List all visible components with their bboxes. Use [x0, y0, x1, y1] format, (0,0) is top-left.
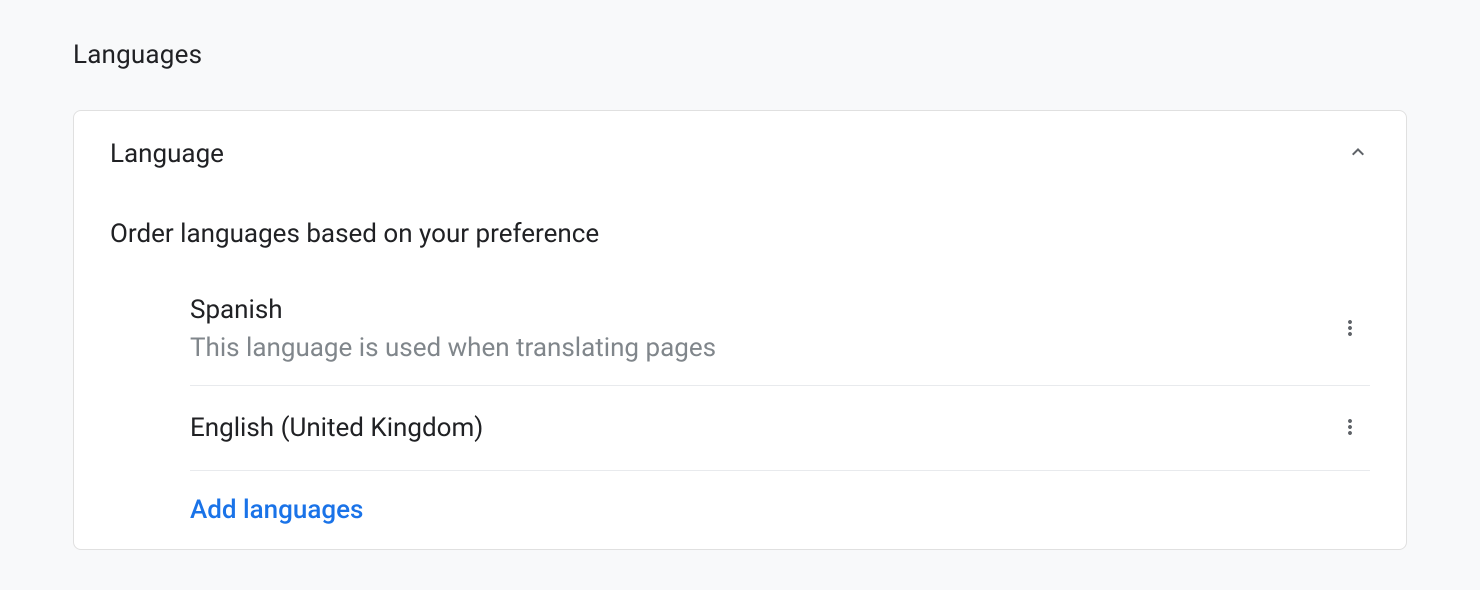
language-name: Spanish — [190, 295, 716, 325]
more-options-button[interactable] — [1330, 408, 1370, 448]
language-card: Language Order languages based on your p… — [73, 110, 1407, 550]
card-subtitle: Order languages based on your preference — [74, 189, 1406, 273]
more-vertical-icon — [1338, 316, 1362, 343]
language-name: English (United Kingdom) — [190, 413, 483, 443]
more-options-button[interactable] — [1330, 309, 1370, 349]
language-description: This language is used when translating p… — [190, 333, 716, 363]
add-languages-button[interactable]: Add languages — [190, 471, 1370, 549]
list-item: Spanish This language is used when trans… — [190, 273, 1370, 386]
section-title: Languages — [73, 40, 1407, 70]
language-list: Spanish This language is used when trans… — [74, 273, 1406, 549]
list-item: English (United Kingdom) — [190, 386, 1370, 471]
more-vertical-icon — [1338, 415, 1362, 442]
language-card-header[interactable]: Language — [74, 111, 1406, 189]
chevron-up-icon — [1346, 140, 1370, 168]
card-header-title: Language — [110, 139, 224, 169]
